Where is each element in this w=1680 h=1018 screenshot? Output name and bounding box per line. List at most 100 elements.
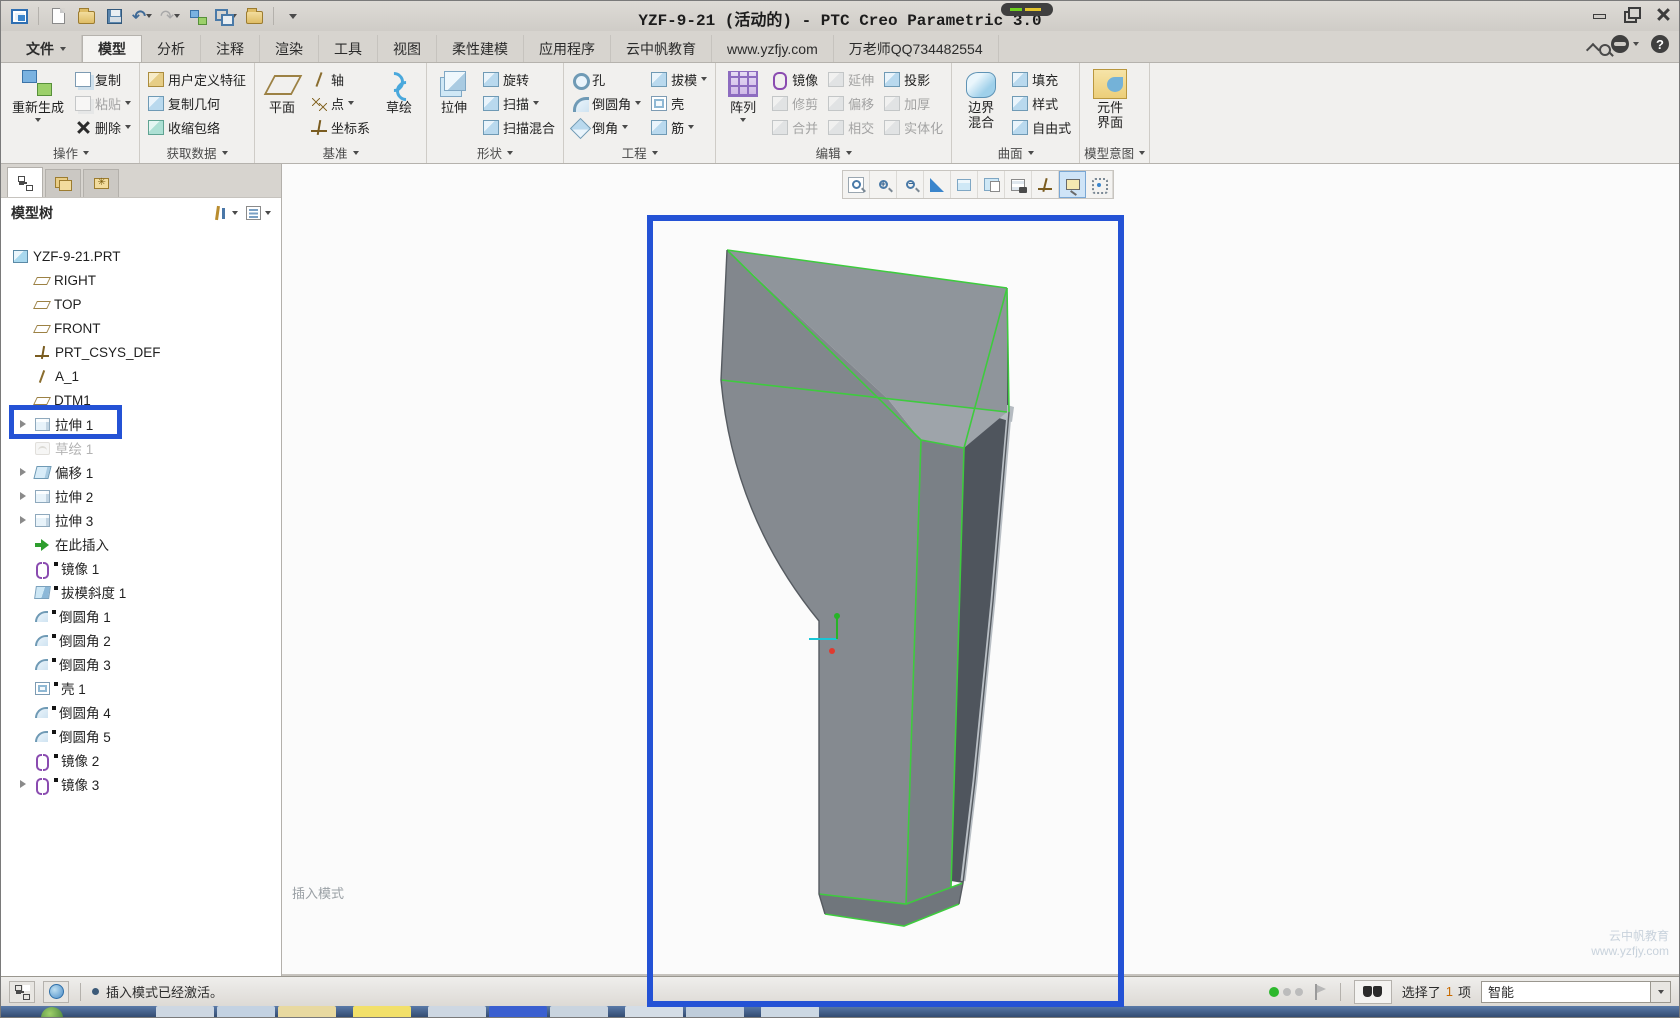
- selection-filter-value[interactable]: 智能: [1481, 981, 1651, 1003]
- folder-browser-tab[interactable]: [45, 169, 81, 197]
- taskbar-item[interactable]: [761, 1006, 819, 1018]
- datum-csys-button[interactable]: 坐标系: [307, 115, 374, 139]
- taskbar-item[interactable]: [217, 1006, 275, 1018]
- chamfer-button[interactable]: 倒角: [568, 115, 645, 139]
- expand-arrow-icon[interactable]: [20, 492, 26, 500]
- expand-arrow-icon[interactable]: [20, 780, 26, 788]
- tree-item-extrude3[interactable]: 拉伸 3: [1, 508, 281, 532]
- notification-dots[interactable]: [1269, 987, 1303, 997]
- expand-arrow-icon[interactable]: [20, 420, 26, 428]
- tree-item-round3[interactable]: 倒圆角 3: [1, 652, 281, 676]
- tree-item-insert-here[interactable]: 在此插入: [1, 532, 281, 556]
- tree-item-top-plane[interactable]: TOP: [1, 292, 281, 316]
- group-label-datum[interactable]: 基准: [259, 142, 422, 163]
- favorites-tab[interactable]: [83, 169, 119, 197]
- taskbar-item[interactable]: [686, 1006, 744, 1018]
- model-tree-tab[interactable]: [7, 167, 43, 197]
- group-label-shapes[interactable]: 形状: [431, 142, 559, 163]
- project-button[interactable]: 投影: [880, 67, 947, 91]
- new-file-button[interactable]: [46, 5, 70, 27]
- datum-axis-button[interactable]: 轴: [307, 67, 374, 91]
- draft-button[interactable]: 拔模: [647, 67, 711, 91]
- revolve-button[interactable]: 旋转: [479, 67, 559, 91]
- account-button[interactable]: [1611, 35, 1639, 53]
- tab-applications[interactable]: 应用程序: [524, 35, 611, 62]
- tree-item-part[interactable]: YZF-9-21.PRT: [1, 244, 281, 268]
- tree-item-shell1[interactable]: 壳 1: [1, 676, 281, 700]
- group-label-editing[interactable]: 编辑: [720, 142, 947, 163]
- tab-edu-site[interactable]: www.yzfjy.com: [712, 35, 834, 62]
- taskbar-item[interactable]: [625, 1006, 683, 1018]
- extend-button[interactable]: 延伸: [824, 67, 878, 91]
- find-button[interactable]: [1354, 980, 1392, 1004]
- tab-view[interactable]: 视图: [378, 35, 437, 62]
- tab-edu-qq[interactable]: 万老师QQ734482554: [834, 35, 999, 62]
- toggle-navigator-button[interactable]: [9, 981, 35, 1003]
- tab-flexible-modeling[interactable]: 柔性建模: [437, 35, 524, 62]
- group-label-operations[interactable]: 操作: [7, 142, 135, 163]
- open-file-button[interactable]: [74, 5, 98, 27]
- boundary-blend-button[interactable]: 边界混合: [956, 67, 1006, 133]
- tree-item-round5[interactable]: 倒圆角 5: [1, 724, 281, 748]
- customize-qat-button[interactable]: [281, 5, 305, 27]
- mirror-button[interactable]: 镜像: [768, 67, 822, 91]
- paste-button[interactable]: 粘贴: [71, 91, 135, 115]
- tab-edu-brand[interactable]: 云中帆教育: [611, 35, 712, 62]
- flag-icon[interactable]: [1313, 984, 1327, 1000]
- round-button[interactable]: 倒圆角: [568, 91, 645, 115]
- udf-button[interactable]: 用户定义特征: [144, 67, 250, 91]
- style-button[interactable]: 样式: [1008, 91, 1075, 115]
- close-window-button[interactable]: [242, 5, 266, 27]
- solidify-button[interactable]: 实体化: [880, 115, 947, 139]
- graphics-viewport[interactable]: 插入模式: [282, 164, 1679, 976]
- redo-button[interactable]: ↷: [158, 5, 182, 27]
- tree-item-mirror3[interactable]: 镜像 3: [1, 772, 281, 796]
- tab-model[interactable]: 模型: [82, 35, 142, 62]
- offset-button[interactable]: 偏移: [824, 91, 878, 115]
- component-interface-button[interactable]: 元件界面: [1084, 67, 1136, 133]
- display-style-button[interactable]: [951, 171, 978, 198]
- close-button[interactable]: [1655, 7, 1671, 21]
- tree-item-round2[interactable]: 倒圆角 2: [1, 628, 281, 652]
- merge-button[interactable]: 合并: [768, 115, 822, 139]
- taskbar-item[interactable]: [156, 1006, 214, 1018]
- freestyle-button[interactable]: 自由式: [1008, 115, 1075, 139]
- tree-item-draft1[interactable]: 拔模斜度 1: [1, 580, 281, 604]
- datum-plane-button[interactable]: 平面: [259, 67, 305, 118]
- regenerate-quick-button[interactable]: [186, 5, 210, 27]
- saved-orientations-button[interactable]: [978, 171, 1005, 198]
- save-button[interactable]: [102, 5, 126, 27]
- tree-item-dtm1[interactable]: DTM1: [1, 388, 281, 412]
- datum-display-button[interactable]: [1032, 171, 1059, 198]
- group-label-get-data[interactable]: 获取数据: [144, 142, 250, 163]
- tab-tools[interactable]: 工具: [319, 35, 378, 62]
- zoom-region-button[interactable]: [843, 171, 870, 198]
- tree-item-round4[interactable]: 倒圆角 4: [1, 700, 281, 724]
- group-label-engineering[interactable]: 工程: [568, 142, 711, 163]
- swept-blend-button[interactable]: 扫描混合: [479, 115, 559, 139]
- sketch-button[interactable]: 草绘: [376, 67, 422, 118]
- tab-analysis[interactable]: 分析: [142, 35, 201, 62]
- tree-item-sketch1[interactable]: 草绘 1: [1, 436, 281, 460]
- zoom-in-button[interactable]: [870, 171, 897, 198]
- tree-item-right-plane[interactable]: RIGHT: [1, 268, 281, 292]
- expand-arrow-icon[interactable]: [20, 468, 26, 476]
- annotation-display-button[interactable]: [1059, 171, 1086, 198]
- tree-item-mirror2[interactable]: 镜像 2: [1, 748, 281, 772]
- selection-filter-dropdown[interactable]: [1651, 981, 1671, 1003]
- maximize-button[interactable]: [1623, 7, 1639, 21]
- tab-file[interactable]: 文件: [11, 35, 82, 62]
- start-button[interactable]: [41, 1007, 63, 1018]
- taskbar-item[interactable]: [353, 1006, 411, 1018]
- taskbar-item[interactable]: [428, 1006, 486, 1018]
- sweep-button[interactable]: 扫描: [479, 91, 559, 115]
- taskbar-item[interactable]: [489, 1006, 547, 1018]
- copy-geometry-button[interactable]: 复制几何: [144, 91, 250, 115]
- tree-item-round1[interactable]: 倒圆角 1: [1, 604, 281, 628]
- intersect-button[interactable]: 相交: [824, 115, 878, 139]
- model-front-face[interactable]: [721, 380, 921, 904]
- tree-item-extrude1[interactable]: 拉伸 1: [1, 412, 281, 436]
- tree-item-mirror1[interactable]: 镜像 1: [1, 556, 281, 580]
- extrude-button[interactable]: 拉伸: [431, 67, 477, 118]
- help-button[interactable]: ?: [1651, 35, 1669, 53]
